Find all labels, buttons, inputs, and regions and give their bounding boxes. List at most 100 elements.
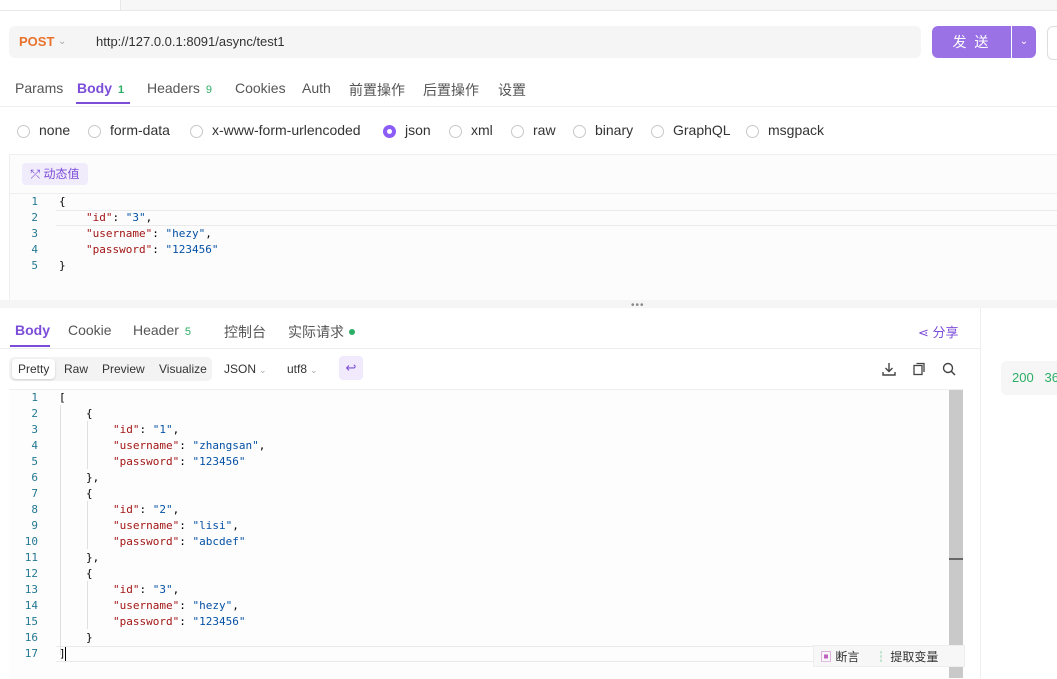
- line-number: 3: [31, 227, 38, 240]
- code-line[interactable]: "username": "hezy",: [86, 226, 212, 242]
- radio-circle: [190, 125, 203, 138]
- more-button[interactable]: [1047, 26, 1057, 60]
- tab-params[interactable]: Params: [15, 80, 63, 96]
- url-input[interactable]: http://127.0.0.1:8091/async/test1: [96, 34, 285, 49]
- code-line: "password": "123456": [113, 615, 246, 628]
- radio-graphql[interactable]: GraphQL: [651, 122, 731, 138]
- radio-label: none: [39, 122, 71, 138]
- view-mode-raw[interactable]: Raw: [58, 359, 94, 379]
- radio-json[interactable]: json: [383, 122, 431, 138]
- active-request-tab[interactable]: [0, 0, 121, 10]
- assert-icon: ▣: [820, 650, 833, 664]
- radio-circle: [511, 125, 524, 138]
- tab-auth[interactable]: Auth: [302, 80, 331, 96]
- view-mode-preview[interactable]: Preview: [96, 359, 151, 379]
- line-number: 8: [31, 503, 38, 516]
- response-tab-header[interactable]: Header 5: [133, 322, 191, 338]
- radio-xml[interactable]: xml: [449, 122, 493, 138]
- json-value: "3": [125, 211, 146, 224]
- current-line-highlight: [56, 210, 1057, 226]
- tab-pre-operations[interactable]: 前置操作: [349, 80, 405, 100]
- response-tab-actual-request[interactable]: 实际请求: [288, 322, 355, 342]
- radio-label: msgpack: [768, 122, 825, 138]
- chevron-down-icon: ⌄: [310, 365, 318, 375]
- code-line: "id": "2",: [113, 503, 180, 516]
- line-number: 4: [31, 439, 38, 452]
- response-tab-body[interactable]: Body: [15, 322, 50, 338]
- tab-post-operations[interactable]: 后置操作: [423, 80, 479, 100]
- radio-form-data[interactable]: form-data: [88, 122, 170, 138]
- word-wrap-icon[interactable]: ↩: [339, 356, 363, 380]
- drag-handle-icon[interactable]: •••: [631, 300, 645, 311]
- json-value: "hezy": [165, 227, 206, 240]
- dynamic-value-button[interactable]: ⤱ 动态值: [22, 163, 88, 185]
- extract-icon: ┆: [875, 650, 888, 664]
- code-line: "username": "hezy",: [113, 599, 239, 612]
- current-line-highlight: [56, 646, 816, 662]
- json-value: "hezy": [192, 599, 233, 612]
- line-number: 14: [24, 599, 38, 612]
- tab-cookies[interactable]: Cookies: [235, 80, 286, 96]
- tab-label: Body: [77, 80, 112, 96]
- top-tab-strip: [0, 0, 1057, 11]
- radio-circle: [383, 125, 396, 138]
- share-button[interactable]: ⋖ 分享: [918, 322, 959, 341]
- radio-none[interactable]: none: [17, 122, 70, 138]
- line-number: 11: [24, 551, 38, 564]
- tab-headers[interactable]: Headers 9: [147, 80, 212, 96]
- json-value: "zhangsan": [192, 439, 259, 452]
- line-number: 5: [31, 455, 38, 468]
- radio-label: x-www-form-urlencoded: [212, 122, 361, 138]
- search-icon[interactable]: [940, 360, 958, 378]
- code-brace: {: [86, 407, 93, 420]
- tab-body[interactable]: Body 1: [77, 80, 124, 96]
- status-code-value: 200: [1012, 370, 1034, 385]
- extract-variable-button[interactable]: ┆ 提取变量: [875, 648, 938, 665]
- line-number: 1: [31, 195, 38, 208]
- indent-guide: [60, 405, 61, 655]
- response-tab-cookie[interactable]: Cookie: [68, 322, 112, 338]
- json-key: "id": [113, 423, 140, 436]
- vertical-scrollbar[interactable]: [949, 390, 963, 678]
- tab-label: Auth: [302, 80, 331, 96]
- json-key: "id": [113, 583, 140, 596]
- json-value: "abcdef": [192, 535, 246, 548]
- response-tab-console[interactable]: 控制台: [224, 322, 266, 342]
- panel-splitter[interactable]: [0, 300, 1057, 308]
- line-number: 3: [31, 423, 38, 436]
- code-line[interactable]: "password": "123456": [86, 242, 218, 258]
- text-cursor: [65, 647, 66, 661]
- code-brace[interactable]: }: [59, 258, 66, 274]
- format-select[interactable]: JSON ⌄: [224, 362, 267, 376]
- radio-msgpack[interactable]: msgpack: [746, 122, 824, 138]
- chevron-down-icon[interactable]: ⌄: [58, 36, 66, 47]
- radio-raw[interactable]: raw: [511, 122, 556, 138]
- encoding-select[interactable]: utf8 ⌄: [287, 362, 318, 376]
- radio-circle: [17, 125, 30, 138]
- send-button[interactable]: 发 送: [932, 26, 1011, 58]
- line-number: 4: [31, 243, 38, 256]
- assert-button[interactable]: ▣ 断言: [820, 648, 859, 665]
- download-icon[interactable]: [880, 360, 898, 378]
- tab-settings[interactable]: 设置: [498, 80, 526, 100]
- line-number: 17: [24, 647, 38, 660]
- code-brace[interactable]: {: [59, 194, 66, 210]
- view-mode-visualize[interactable]: Visualize: [153, 359, 213, 379]
- send-options-chevron-icon[interactable]: ⌄: [1012, 26, 1036, 58]
- code-line[interactable]: "id": "3",: [86, 210, 152, 226]
- line-number: 15: [24, 615, 38, 628]
- method-select[interactable]: POST: [19, 34, 54, 49]
- line-number: 1: [31, 391, 38, 404]
- editor-divider: [10, 193, 1057, 194]
- json-key: "username": [113, 599, 180, 612]
- copy-icon[interactable]: [910, 360, 928, 378]
- tab-label: Params: [15, 80, 64, 96]
- radio-x-www-form-urlencoded[interactable]: x-www-form-urlencoded: [190, 122, 361, 138]
- code-brace: {: [86, 567, 93, 580]
- radio-binary[interactable]: binary: [573, 122, 633, 138]
- tab-badge: 9: [205, 84, 213, 96]
- code-brace: },: [86, 551, 100, 564]
- divider: [0, 106, 1057, 107]
- code-bracket: [: [59, 391, 66, 404]
- view-mode-pretty[interactable]: Pretty: [12, 359, 56, 379]
